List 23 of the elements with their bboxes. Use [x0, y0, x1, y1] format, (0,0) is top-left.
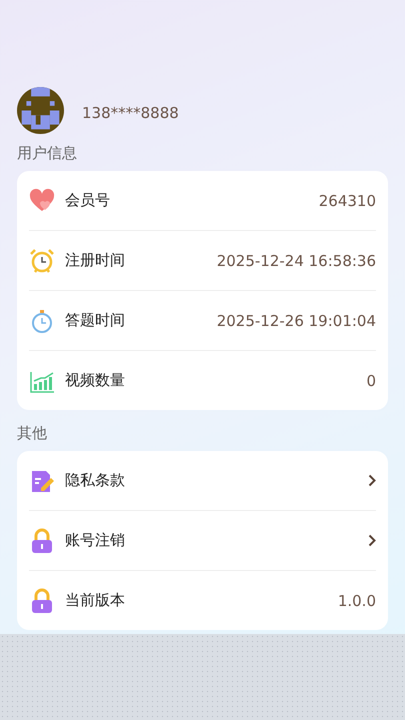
heart-icon — [29, 188, 55, 214]
section-title: 用户信息 — [17, 144, 77, 163]
chevron-right-icon — [368, 534, 376, 547]
phone-number: 138****8888 — [82, 104, 179, 122]
avatar-icon — [17, 87, 64, 134]
row-value: 1.0.0 — [338, 592, 376, 610]
row-label: 账号注销 — [65, 531, 126, 550]
row-value: 2025-12-24 16:58:36 — [216, 252, 376, 270]
row-label: 答题时间 — [65, 311, 126, 330]
stopwatch-icon — [29, 308, 55, 334]
padlock-icon — [29, 588, 55, 614]
padlock-icon — [29, 528, 55, 554]
row-value: 2025-12-26 19:01:04 — [216, 312, 376, 330]
row-value: 0 — [366, 372, 376, 390]
chevron-right-icon — [368, 474, 376, 487]
row-label: 视频数量 — [65, 371, 126, 390]
section-title: 其他 — [17, 424, 47, 443]
row-label: 隐私条款 — [65, 471, 126, 490]
row-label: 注册时间 — [65, 251, 126, 270]
alarm-clock-icon — [29, 248, 55, 274]
row-label: 会员号 — [65, 191, 111, 210]
row-label: 当前版本 — [65, 591, 126, 610]
row-value: 264310 — [318, 192, 376, 210]
